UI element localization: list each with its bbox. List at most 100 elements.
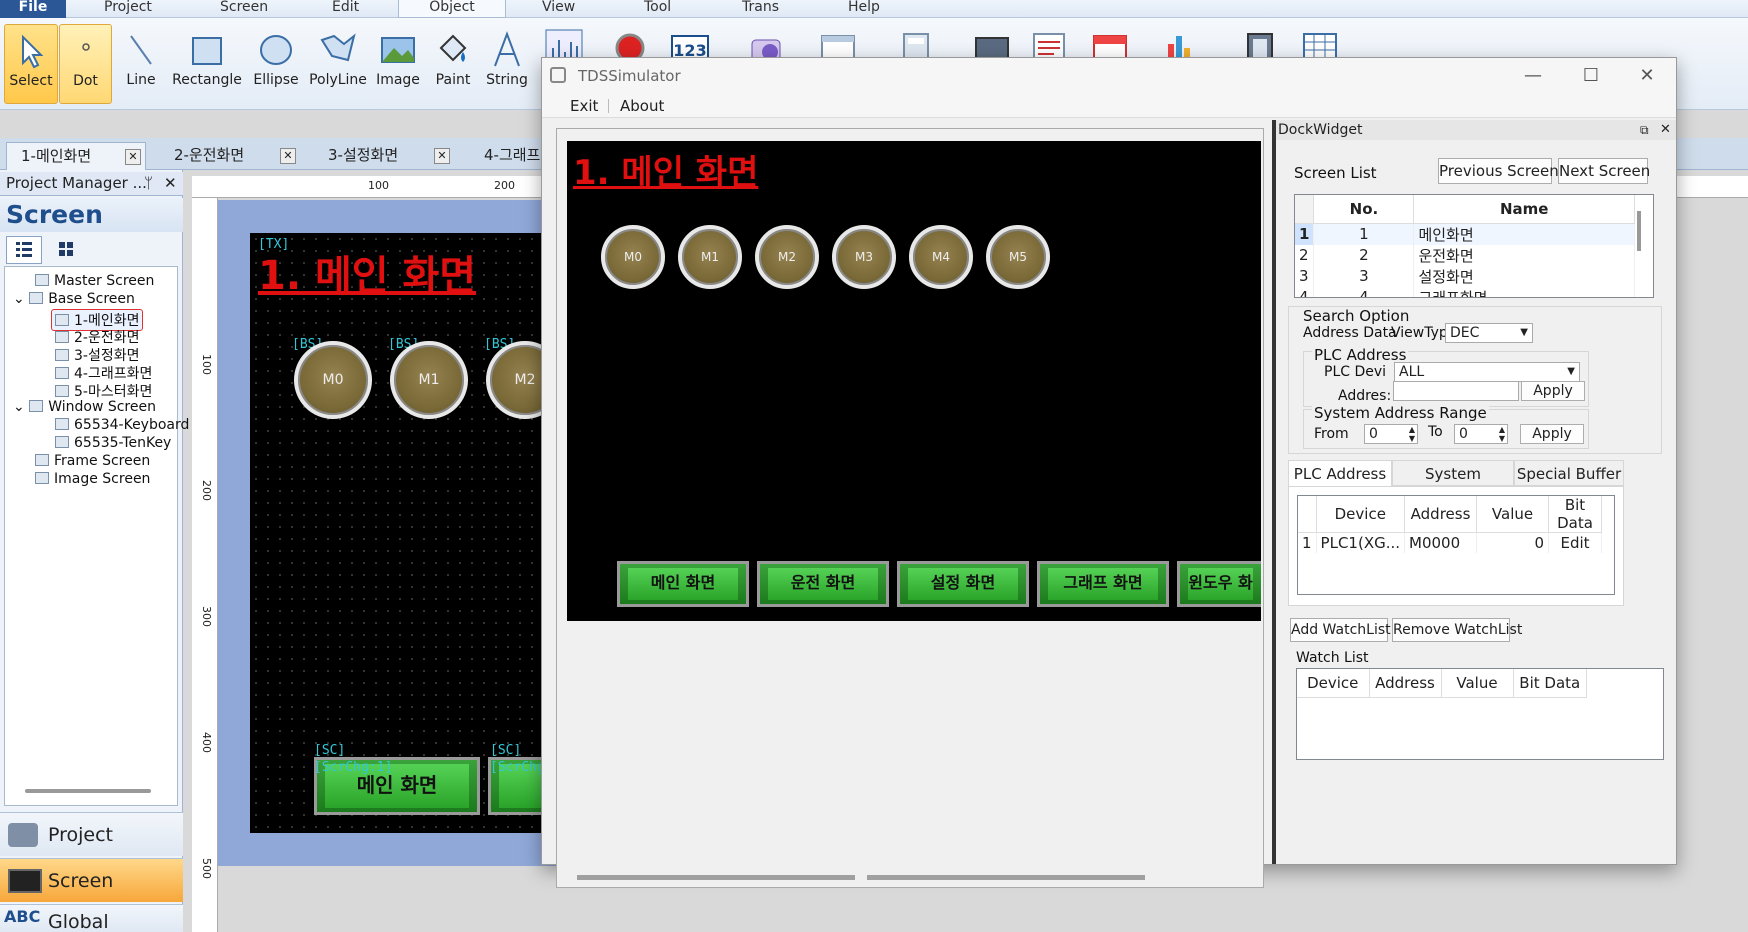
dot-tool[interactable]: Dot — [59, 24, 112, 104]
close-icon[interactable]: ✕ — [1618, 58, 1676, 94]
nav-screen[interactable]: Screen — [0, 858, 183, 902]
gear-icon — [8, 823, 38, 847]
hmi-lamp-m3[interactable]: M3 — [832, 225, 896, 289]
tab-3-settings-screen[interactable]: 3-설정화면 ✕ — [314, 142, 454, 170]
menu-object[interactable]: Object — [398, 0, 506, 18]
editor-lamp-m0[interactable]: M0 — [294, 341, 372, 419]
hmi-lamp-m0[interactable]: M0 — [601, 225, 665, 289]
paint-tool[interactable]: Paint — [428, 24, 478, 104]
add-watchlist-button[interactable]: Add WatchList — [1290, 618, 1391, 642]
tab-plc-address[interactable]: PLC Address — [1288, 460, 1392, 486]
menu-tool[interactable]: Tool — [644, 0, 671, 18]
apply-range-button[interactable]: Apply — [1520, 424, 1584, 444]
tab-2-operation-screen[interactable]: 2-운전화면 ✕ — [160, 142, 300, 170]
hmi-lamp-m2[interactable]: M2 — [755, 225, 819, 289]
tree-screen-4[interactable]: 4-그래프화면 — [55, 363, 152, 383]
from-spinbox[interactable]: 0 ▲ ▼ — [1364, 424, 1418, 444]
pin-icon[interactable]: ᛘ — [144, 172, 153, 194]
select-tool[interactable]: Select — [4, 24, 58, 104]
screen-section-header: Screen — [0, 198, 183, 232]
chevron-down-icon[interactable]: ⌄ — [13, 399, 29, 415]
table-row[interactable]: 3 3 설정화면 — [1295, 265, 1635, 287]
tree-screen-5[interactable]: 5-마스터화면 — [55, 381, 152, 401]
menu-trans[interactable]: Trans — [742, 0, 779, 18]
maximize-icon[interactable]: ☐ — [1562, 58, 1620, 94]
horizontal-scrollbar[interactable] — [25, 789, 151, 793]
hmi-settings-screen-button[interactable]: 설정 화면 — [897, 561, 1029, 607]
tab-special-buffer[interactable]: Special Buffer — [1514, 460, 1624, 486]
apply-address-button[interactable]: Apply — [1521, 381, 1585, 401]
hmi-operation-screen-button[interactable]: 운전 화면 — [757, 561, 889, 607]
tree-screen-2[interactable]: 2-운전화면 — [55, 327, 139, 347]
ellipse-tool[interactable]: Ellipse — [248, 24, 304, 104]
string-tool[interactable]: String — [482, 24, 532, 104]
line-tool[interactable]: Line — [118, 24, 164, 104]
tab-system-address[interactable]: System Address — [1392, 460, 1514, 509]
table-row[interactable]: 4 4 그래프화면 — [1295, 286, 1635, 297]
viewtype-select[interactable]: DEC ▼ — [1445, 323, 1533, 343]
tab-1-main-screen[interactable]: 1-메인화면 ✕ — [6, 142, 146, 170]
editor-screen-title[interactable]: 1. 메인 화면 — [258, 243, 476, 301]
hmi-lamp-m1[interactable]: M1 — [678, 225, 742, 289]
tree-frame-screen[interactable]: Frame Screen — [35, 453, 150, 469]
nav-project[interactable]: Project — [0, 812, 183, 856]
polyline-tool[interactable]: PolyLine — [308, 24, 368, 104]
to-spinbox[interactable]: 0 ▲ ▼ — [1454, 424, 1508, 444]
menu-project[interactable]: Project — [104, 0, 152, 18]
next-screen-button[interactable]: Next Screen — [1558, 158, 1650, 184]
image-tool[interactable]: Image — [372, 24, 424, 104]
hmi-lamp-m5[interactable]: M5 — [986, 225, 1050, 289]
hmi-lamp-m4[interactable]: M4 — [909, 225, 973, 289]
remove-watchlist-button[interactable]: Remove WatchList — [1392, 618, 1522, 642]
table-row[interactable]: 2 2 운전화면 — [1295, 244, 1635, 266]
tree-master-screen[interactable]: Master Screen — [35, 273, 154, 289]
hmi-window-screen-button[interactable]: 윈도우 화 — [1177, 561, 1261, 607]
menu-file[interactable]: File — [0, 0, 66, 18]
horizontal-scrollbar[interactable] — [577, 875, 855, 880]
tree-window-keyboard[interactable]: 65534-Keyboard — [55, 417, 189, 433]
cell: 그래프화면 — [1413, 286, 1635, 297]
editor-canvas[interactable]: [TX] 1. 메인 화면 [BS] [BS] [BS] M0 M1 M2 메인… — [250, 233, 568, 833]
hmi-screen[interactable]: 1. 메인 화면 M0 M1 M2 M3 M4 M5 메인 화면 운전 화면 설… — [567, 141, 1261, 621]
tree-base-screen[interactable]: ⌄ Base Screen — [13, 291, 135, 307]
close-icon[interactable]: ✕ — [125, 149, 141, 165]
close-icon[interactable]: ✕ — [434, 148, 450, 164]
previous-screen-button[interactable]: Previous Screen — [1438, 158, 1559, 184]
tab-4-graph-screen[interactable]: 4-그래프 — [470, 142, 550, 170]
address-input[interactable] — [1393, 381, 1519, 401]
hmi-graph-screen-button[interactable]: 그래프 화면 — [1037, 561, 1169, 607]
close-icon[interactable]: ✕ — [1660, 120, 1671, 140]
tree-window-tenkey[interactable]: 65535-TenKey — [55, 435, 171, 451]
menu-about[interactable]: About — [620, 94, 664, 118]
menu-edit[interactable]: Edit — [332, 0, 359, 18]
chevron-down-icon[interactable]: ⌄ — [13, 291, 29, 307]
nav-global[interactable]: ABC Global — [0, 904, 183, 932]
editor-lamp-m1[interactable]: M1 — [390, 341, 468, 419]
row-index: 1 — [1298, 532, 1317, 553]
menu-view[interactable]: View — [542, 0, 575, 18]
minimize-icon[interactable]: — — [1504, 58, 1562, 94]
edit-cell[interactable]: Edit — [1548, 532, 1602, 553]
close-icon[interactable]: ✕ — [164, 172, 177, 194]
column-header: Device — [1297, 669, 1370, 698]
horizontal-scrollbar[interactable] — [867, 875, 1145, 880]
vertical-scrollbar[interactable] — [1637, 211, 1641, 251]
menu-help[interactable]: Help — [848, 0, 880, 18]
spin-arrows-icon[interactable]: ▲ ▼ — [1409, 425, 1415, 443]
close-icon[interactable]: ✕ — [280, 148, 296, 164]
table-row[interactable]: 1 PLC1(XG... M0000 0 Edit — [1298, 532, 1602, 553]
list-view-icon[interactable] — [6, 236, 42, 264]
grid-view-icon[interactable] — [52, 236, 82, 264]
spin-arrows-icon[interactable]: ▲ ▼ — [1499, 425, 1505, 443]
menu-screen[interactable]: Screen — [220, 0, 268, 18]
tree-screen-3[interactable]: 3-설정화면 — [55, 345, 139, 365]
float-icon[interactable]: ⧉ — [1640, 120, 1649, 140]
menu-separator — [608, 99, 609, 113]
table-row[interactable]: 1 1 메인화면 — [1295, 223, 1635, 245]
menu-exit[interactable]: Exit — [570, 94, 598, 118]
tree-window-screen[interactable]: ⌄ Window Screen — [13, 399, 156, 415]
tree-image-screen[interactable]: Image Screen — [35, 471, 150, 487]
plc-device-select[interactable]: ALL ▼ — [1394, 362, 1580, 382]
hmi-main-screen-button[interactable]: 메인 화면 — [617, 561, 749, 607]
rectangle-tool[interactable]: Rectangle — [170, 24, 244, 104]
